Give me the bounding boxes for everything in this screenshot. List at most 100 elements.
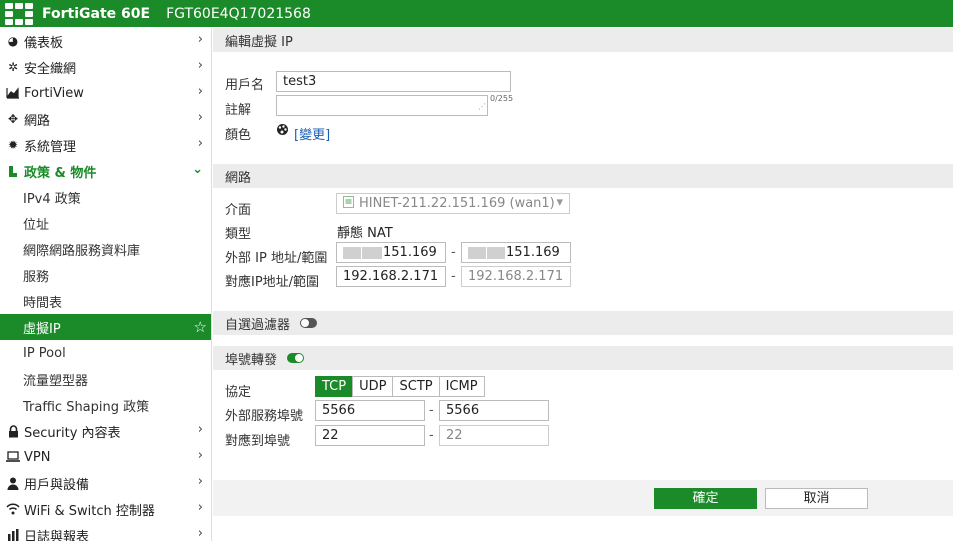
color-label: 顏色 [225,128,252,143]
wifi-icon [5,502,21,516]
interface-port-icon [343,196,354,213]
name-label: 用戶名 [225,78,265,93]
interface-value: HINET-211.22.151.169 (wan1) [359,196,555,211]
sidebar-sub-virtual-ip[interactable]: 虛擬IP ☆ [0,314,211,340]
top-bar: FortiGate 60E FGT60E4Q17021568 [0,0,953,27]
cancel-button[interactable]: 取消 [765,488,868,509]
chevron-right-icon: › [197,448,203,463]
sidebar-item-label: 安全織網 [24,61,77,77]
sidebar-sub-label: 虛擬IP [23,321,61,337]
sidebar-sub-traffic-shaping-policy[interactable]: Traffic Shaping 政策 [0,392,211,418]
sidebar-sub-label: 位址 [23,217,50,233]
sidebar-item-network[interactable]: ✥ 網路 › [0,106,211,132]
external-port-start-input[interactable]: 5566 [315,400,425,421]
chevron-right-icon: › [197,422,203,437]
range-separator: - [451,245,456,260]
interface-label: 介面 [225,203,252,218]
chevron-right-icon: › [197,136,203,151]
sidebar-sub-traffic-shapers[interactable]: 流量塑型器 [0,366,211,392]
sidebar-sub-label: 服務 [23,269,50,285]
ok-button[interactable]: 確定 [654,488,757,509]
sidebar-sub-addresses[interactable]: 位址 [0,210,211,236]
fortinet-logo-icon [5,2,33,25]
network-section-header: 網路 [213,164,953,188]
sidebar-item-label: 網路 [24,113,51,129]
mapped-port-start-input[interactable]: 22 [315,425,425,446]
sidebar-sub-schedules[interactable]: 時間表 [0,288,211,314]
chevron-right-icon: › [197,526,203,541]
range-separator: - [451,269,456,284]
policy-icon [5,164,21,178]
star-icon[interactable]: ☆ [194,318,207,336]
sidebar-item-fortiview[interactable]: FortiView › [0,80,211,106]
sidebar-sub-label: Traffic Shaping 政策 [23,399,150,415]
sidebar-sub-ipv4-policy[interactable]: IPv4 政策 [0,184,211,210]
sidebar-item-label: 系統管理 [24,139,77,155]
external-ip-end-value: 151.169 [506,245,560,260]
serial-number: FGT60E4Q17021568 [166,5,311,22]
external-port-end-input[interactable]: 5566 [439,400,549,421]
sidebar-sub-services[interactable]: 服務 [0,262,211,288]
external-ip-start-input[interactable]: 151.169 [336,242,446,263]
sidebar: ◕ 儀表板 › ✲ 安全織網 › FortiView › ✥ 網路 › ✹ 系統… [0,28,212,541]
mapped-port-end-input: 22 [439,425,549,446]
gear-icon: ✹ [7,138,19,152]
sidebar-sub-ip-pool[interactable]: IP Pool [0,340,211,366]
sidebar-sub-label: 流量塑型器 [23,373,89,389]
optional-filter-toggle[interactable] [300,318,318,328]
protocol-label: 協定 [225,385,252,400]
sidebar-item-user-device[interactable]: 用戶與設備 › [0,470,211,496]
sidebar-sub-label: IP Pool [23,345,66,361]
chevron-right-icon: › [197,58,203,73]
protocol-selector: TCP UDP SCTP ICMP [315,376,485,397]
interface-select: HINET-211.22.151.169 (wan1) ▾ [336,193,570,214]
mapped-ip-end-input: 192.168.2.171 [461,266,571,287]
monitor-icon [5,450,21,464]
resize-handle-icon: ⋰ [478,102,486,111]
network-icon: ✥ [7,112,19,126]
protocol-tcp-option[interactable]: TCP [315,376,354,397]
name-input[interactable]: test3 [276,71,511,92]
mapped-ip-start-input[interactable]: 192.168.2.171 [336,266,446,287]
dropdown-arrow-icon: ▾ [556,195,563,210]
sidebar-item-label: Security 內容表 [24,425,121,441]
sidebar-item-security-fabric[interactable]: ✲ 安全織網 › [0,54,211,80]
chevron-right-icon: › [197,84,203,99]
product-name: FortiGate 60E [42,5,151,22]
sidebar-item-label: FortiView [24,85,84,101]
optional-filter-section: 自選過濾器 [213,311,953,335]
redacted-mark [468,246,486,259]
fabric-icon: ✲ [7,60,19,74]
sidebar-item-label: 政策 & 物件 [24,165,97,181]
sidebar-sub-internet-service-db[interactable]: 網際網路服務資料庫 [0,236,211,262]
external-ip-end-input[interactable]: 151.169 [461,242,571,263]
sidebar-item-system[interactable]: ✹ 系統管理 › [0,132,211,158]
protocol-udp-option[interactable]: UDP [352,376,394,397]
sidebar-item-dashboard[interactable]: ◕ 儀表板 › [0,28,211,54]
port-forwarding-label: 埠號轉發 [225,352,278,368]
sidebar-item-label: 用戶與設備 [24,477,90,493]
mapped-port-label: 對應到埠號 [225,434,291,449]
redacted-mark [343,246,361,259]
optional-filter-label: 自選過濾器 [225,317,291,333]
sidebar-item-policy-objects[interactable]: 政策 & 物件 ⌄ [0,158,211,184]
sidebar-item-security-profiles[interactable]: Security 內容表 › [0,418,211,444]
protocol-sctp-option[interactable]: SCTP [392,376,440,397]
sidebar-item-label: WiFi & Switch 控制器 [24,503,155,519]
sidebar-item-vpn[interactable]: VPN › [0,444,211,470]
toggle-knob [295,354,304,362]
sidebar-item-wifi-switch[interactable]: WiFi & Switch 控制器 › [0,496,211,522]
redacted-mark [362,246,382,259]
external-ip-start-value: 151.169 [383,245,437,260]
comment-textarea[interactable]: ⋰ [276,95,488,116]
mapped-ip-label: 對應IP地址/範圍 [225,275,320,290]
chevron-down-icon: ⌄ [192,162,203,177]
sidebar-sub-label: 網際網路服務資料庫 [23,243,141,259]
redacted-mark [487,246,505,259]
external-ip-label: 外部 IP 地址/範圍 [225,251,328,266]
port-forwarding-toggle[interactable] [287,353,305,363]
protocol-icmp-option[interactable]: ICMP [438,376,485,397]
sidebar-item-log-report[interactable]: 日誌與報表 › [0,522,211,541]
page-title: 編輯虛擬 IP [213,28,953,52]
color-change-link[interactable]: [變更] [294,124,330,143]
